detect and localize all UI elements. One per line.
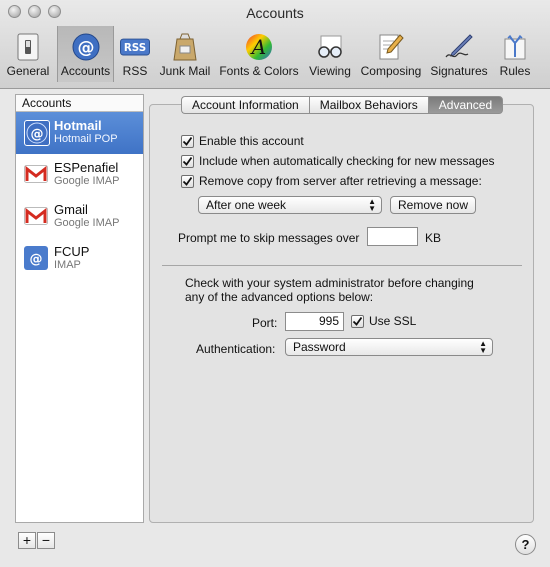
tab-advanced[interactable]: Advanced — [427, 96, 504, 114]
authentication-label: Authentication: — [196, 342, 276, 356]
gmail-icon — [24, 204, 48, 228]
svg-text:@: @ — [30, 252, 43, 267]
help-button[interactable]: ? — [515, 534, 536, 555]
at-sign-icon: @ — [71, 32, 101, 62]
remove-now-button[interactable]: Remove now — [390, 196, 476, 214]
enable-account-label: Enable this account — [199, 134, 304, 148]
use-ssl-row: Use SSL — [351, 313, 416, 329]
toolbar-label: General — [6, 64, 50, 78]
toolbar-label: Viewing — [309, 64, 351, 78]
gmail-icon — [24, 162, 48, 186]
account-row-gmail[interactable]: Gmail Google IMAP — [16, 196, 143, 238]
accounts-list[interactable]: Accounts @ Hotmail Hotmail POP ESPenafie… — [15, 94, 144, 523]
use-ssl-checkbox[interactable] — [351, 314, 364, 328]
signature-pen-icon — [444, 32, 474, 62]
account-type: Hotmail POP — [54, 133, 118, 145]
remove-copy-checkbox[interactable] — [181, 174, 194, 188]
svg-text:A: A — [250, 35, 266, 59]
remove-copy-row: Remove copy from server after retrieving… — [181, 173, 482, 189]
toolbar-rss[interactable]: RSS RSS — [116, 26, 154, 82]
account-name: ESPenafiel — [54, 160, 119, 175]
include-checking-checkbox[interactable] — [181, 154, 194, 168]
authentication-value: Password — [293, 340, 346, 354]
account-type: Google IMAP — [54, 175, 120, 187]
updown-arrows-icon: ▲ ▼ — [479, 339, 487, 355]
add-account-button[interactable]: + — [18, 532, 36, 549]
account-name: Hotmail — [54, 118, 102, 133]
light-switch-icon — [13, 32, 43, 62]
toolbar-fonts-colors[interactable]: A Fonts & Colors — [216, 26, 302, 82]
at-sign-icon: @ — [24, 246, 48, 270]
titlebar: Accounts General @ Accounts RSS RSS Junk… — [0, 0, 550, 89]
fonts-colors-icon: A — [244, 32, 274, 62]
toolbar-label: Rules — [499, 64, 531, 78]
include-checking-label: Include when automatically checking for … — [199, 154, 495, 168]
admin-note-line1: Check with your system administrator bef… — [185, 276, 474, 290]
enable-account-checkbox[interactable] — [181, 134, 194, 148]
admin-note-line2: any of the advanced options below: — [185, 290, 374, 304]
toolbar-general[interactable]: General — [4, 26, 52, 82]
toolbar-label: Junk Mail — [159, 64, 211, 78]
updown-arrows-icon: ▲ ▼ — [368, 197, 376, 213]
svg-text:@: @ — [31, 127, 44, 142]
tab-bar: Account Information Mailbox Behaviors Ad… — [181, 96, 504, 114]
toolbar-composing[interactable]: Composing — [358, 26, 424, 82]
tab-account-information[interactable]: Account Information — [181, 96, 309, 114]
authentication-popup[interactable]: Password ▲ ▼ — [285, 338, 493, 356]
port-field[interactable]: 995 — [285, 312, 344, 331]
account-type: IMAP — [54, 259, 81, 271]
toolbar-label: Fonts & Colors — [219, 64, 299, 78]
account-name: FCUP — [54, 244, 90, 259]
rules-arrows-icon — [500, 32, 530, 62]
toolbar: General @ Accounts RSS RSS Junk Mail A F… — [0, 26, 550, 86]
toolbar-label: RSS — [122, 64, 148, 78]
account-type: Google IMAP — [54, 217, 120, 229]
remove-copy-label: Remove copy from server after retrieving… — [199, 174, 482, 188]
tab-mailbox-behaviors[interactable]: Mailbox Behaviors — [308, 96, 428, 114]
toolbar-junk-mail[interactable]: Junk Mail — [158, 26, 212, 82]
account-row-espenafiel[interactable]: ESPenafiel Google IMAP — [16, 154, 143, 196]
compose-pencil-icon — [376, 32, 406, 62]
remove-after-value: After one week — [206, 198, 287, 212]
account-row-fcup[interactable]: @ FCUP IMAP — [16, 238, 143, 280]
svg-text:RSS: RSS — [124, 42, 146, 54]
account-row-hotmail[interactable]: @ Hotmail Hotmail POP — [16, 112, 143, 154]
toolbar-rules[interactable]: Rules — [494, 26, 536, 82]
enable-account-row: Enable this account — [181, 133, 304, 149]
remove-after-popup[interactable]: After one week ▲ ▼ — [198, 196, 382, 214]
account-name: Gmail — [54, 202, 88, 217]
at-sign-icon: @ — [24, 120, 50, 146]
include-checking-row: Include when automatically checking for … — [181, 153, 495, 169]
use-ssl-label: Use SSL — [369, 314, 417, 328]
toolbar-label: Signatures — [430, 64, 488, 78]
toolbar-accounts[interactable]: @ Accounts — [57, 26, 114, 82]
prompt-skip-size-field[interactable] — [367, 227, 418, 246]
junk-mail-bag-icon — [170, 32, 200, 62]
preferences-window: Accounts General @ Accounts RSS RSS Junk… — [0, 0, 550, 567]
glasses-icon — [315, 32, 345, 62]
svg-text:@: @ — [77, 38, 94, 58]
prompt-skip-unit: KB — [425, 231, 442, 245]
toolbar-viewing[interactable]: Viewing — [306, 26, 354, 82]
remove-account-button[interactable]: − — [37, 532, 55, 549]
toolbar-signatures[interactable]: Signatures — [428, 26, 490, 82]
rss-icon: RSS — [120, 32, 150, 62]
accounts-list-header: Accounts — [16, 95, 143, 112]
toolbar-label: Accounts — [60, 64, 111, 78]
port-label: Port: — [252, 316, 278, 330]
separator — [162, 265, 522, 266]
window-title: Accounts — [246, 5, 304, 21]
toolbar-label: Composing — [360, 64, 422, 78]
prompt-skip-label: Prompt me to skip messages over — [178, 231, 360, 245]
